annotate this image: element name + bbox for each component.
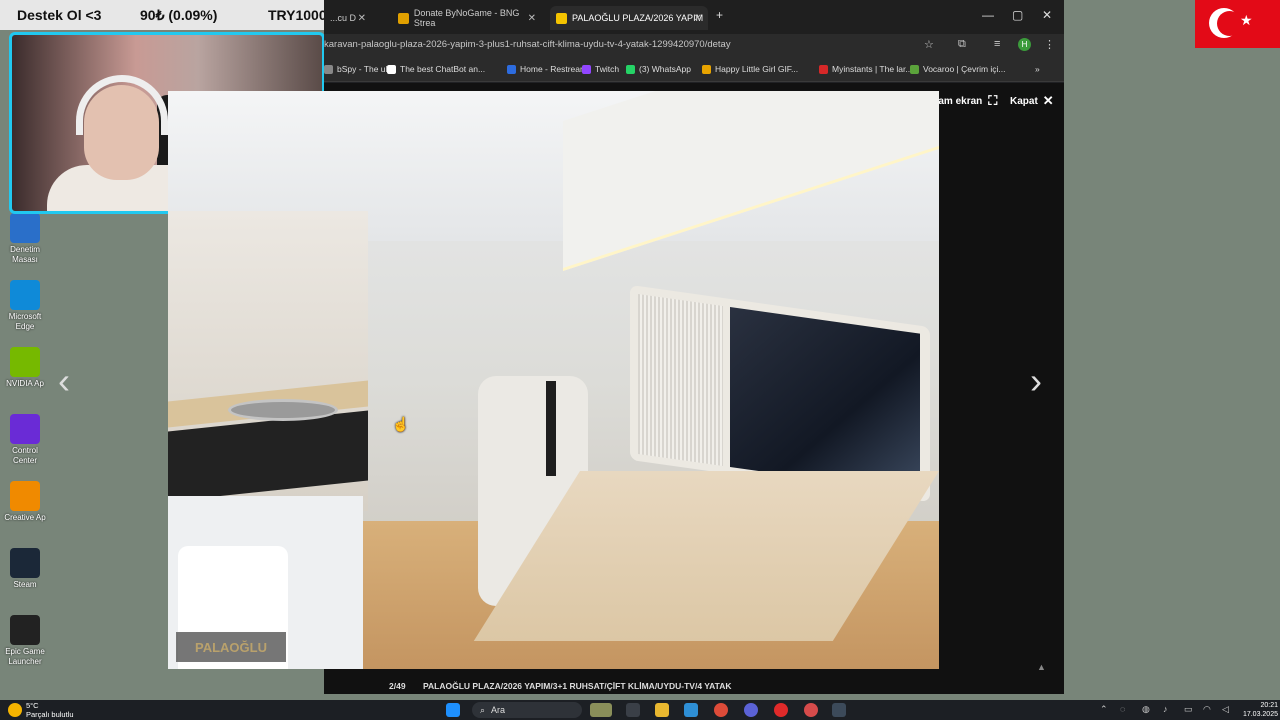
close-tab-icon[interactable]: ✕ (694, 13, 702, 24)
taskbar: 5°C Parçalı bulutlu ⌕ Ara ⌃ ◌ ◍ ♪ ▭ ◠ ◁ … (0, 700, 1280, 720)
file-explorer-icon[interactable] (655, 703, 669, 717)
desktop-shortcut-label: Denetim Masası (10, 245, 40, 264)
taskbar-search[interactable]: ⌕ Ara (472, 702, 582, 718)
bookmark-item[interactable]: (3) WhatsApp (626, 64, 691, 74)
obs-icon[interactable] (774, 703, 788, 717)
bookmark-item[interactable]: The best ChatBot an... (387, 64, 485, 74)
tab-partial[interactable]: ...cu D ✕ (324, 6, 372, 30)
taskbar-app-icon[interactable] (590, 703, 612, 717)
more-bookmarks-icon[interactable]: » (1035, 64, 1040, 74)
bookmark-item[interactable]: Happy Little Girl GIF... (702, 64, 798, 74)
bookmark-favicon-icon (702, 64, 711, 74)
desktop-shortcut-label: Epic Game Launcher (5, 647, 45, 666)
epic-games-icon (10, 615, 40, 645)
desktop-shortcut-label: Control Center (12, 446, 38, 465)
app-icon[interactable] (804, 703, 818, 717)
bookmark-favicon-icon (626, 64, 635, 74)
photo-counter: 2/49 (389, 681, 406, 691)
search-icon: ⌕ (480, 704, 486, 715)
star-bookmark-icon[interactable]: ☆ (924, 38, 934, 51)
previous-photo-icon[interactable]: ‹ (58, 360, 70, 402)
bookmark-item[interactable]: bSpy - The ul... (324, 64, 394, 74)
fullscreen-button[interactable]: Tam ekran ⛶ (933, 93, 997, 109)
desktop-shortcut-label: NVIDIA Ap (6, 379, 44, 388)
sahibinden-icon (556, 12, 567, 24)
minimize-icon[interactable]: — (982, 8, 994, 22)
desktop-shortcut[interactable]: Epic Game Launcher (0, 612, 50, 679)
listing-photo[interactable]: PALAOĞLU ☝ (168, 91, 939, 669)
close-tab-icon[interactable]: ✕ (358, 13, 366, 24)
bookmark-item[interactable]: Vocaroo | Çevrim içi... (910, 64, 1006, 74)
bookmark-favicon-icon (507, 64, 516, 74)
nvidia-icon (10, 347, 40, 377)
control-center-icon (10, 414, 40, 444)
bookmarks-bar: bSpy - The ul... The best ChatBot an... Ho… (324, 58, 1064, 82)
donate-label: Destek Ol <3 (17, 7, 102, 23)
tray-chevron-icon[interactable]: ⌃ (1100, 704, 1108, 715)
desktop-shortcut-label: Creative Ap (4, 513, 46, 522)
creative-app-icon (10, 481, 40, 511)
task-view-icon[interactable] (626, 703, 640, 717)
bookmark-favicon-icon (324, 64, 333, 74)
weather-sun-icon (8, 703, 22, 717)
new-tab-button[interactable]: + (716, 8, 723, 22)
bookmark-favicon-icon (582, 64, 591, 74)
next-photo-icon[interactable]: › (1030, 360, 1042, 402)
bookmark-item[interactable]: Twitch (582, 64, 619, 74)
donate-amount: 90₺ (0.09%) (140, 6, 218, 23)
desktop-shortcut[interactable]: Denetim Masası (0, 210, 50, 277)
tray-app-icon[interactable]: ◌ (1120, 704, 1125, 714)
windows-start-icon[interactable] (446, 703, 460, 717)
discord-icon[interactable] (744, 703, 758, 717)
fullscreen-icon: ⛶ (988, 93, 998, 108)
network-icon[interactable]: ▭ (1184, 704, 1193, 715)
system-clock[interactable]: 20:21 17.03.2025 (1240, 701, 1278, 719)
bookmark-item[interactable]: Home - Restream (507, 64, 587, 74)
tab-bar: ...cu D ✕ Donate ByNoGame - BNG Strea ✕ … (324, 0, 1064, 34)
desktop-shortcut[interactable]: Steam (0, 545, 50, 612)
chrome-icon[interactable] (714, 703, 728, 717)
tray-app-icon[interactable]: ◍ (1142, 704, 1150, 715)
close-tab-icon[interactable]: ✕ (528, 13, 536, 24)
menu-kebab-icon[interactable]: ⋮ (1044, 38, 1055, 51)
control-panel-icon (10, 213, 40, 243)
bookmark-favicon-icon (910, 64, 919, 74)
steam-taskbar-icon[interactable] (832, 703, 846, 717)
close-icon: ✕ (1042, 93, 1054, 108)
volume-icon[interactable]: ◁ (1222, 704, 1229, 715)
photo-watermark-logo: PALAOĞLU (176, 632, 286, 662)
media-icon[interactable]: ≡ (994, 38, 1000, 50)
edge-icon (10, 280, 40, 310)
wifi-icon[interactable]: ◠ (1203, 704, 1211, 715)
tab-donate[interactable]: Donate ByNoGame - BNG Strea ✕ (392, 6, 542, 30)
close-window-icon[interactable]: ✕ (1042, 8, 1052, 22)
scroll-up-icon[interactable]: ▲ (1037, 662, 1046, 672)
steam-icon (10, 548, 40, 578)
close-viewer-button[interactable]: Kapat ✕ (1010, 93, 1054, 109)
bookmark-item[interactable]: Myinstants | The lar... (819, 64, 912, 74)
weather-widget[interactable]: 5°C Parçalı bulutlu (8, 701, 74, 719)
desktop-shortcut-label: Microsoft Edge (8, 312, 42, 331)
desktop-shortcut[interactable]: Control Center (0, 411, 50, 478)
microphone-icon[interactable]: ♪ (1163, 704, 1168, 714)
store-icon[interactable] (684, 703, 698, 717)
desktop-icon-column: Denetim Masası Microsoft Edge NVIDIA Ap Con… (0, 210, 50, 679)
bynogame-icon (398, 12, 409, 24)
profile-avatar[interactable]: H (1018, 38, 1031, 51)
url-text[interactable]: karavan-palaoglu-plaza-2026-yapim-3-plus… (324, 39, 731, 50)
bookmark-favicon-icon (387, 64, 396, 74)
maximize-icon[interactable]: ▢ (1012, 8, 1023, 22)
address-bar[interactable]: karavan-palaoglu-plaza-2026-yapim-3-plus… (324, 34, 1064, 58)
photo-caption: PALAOĞLU PLAZA/2026 YAPIM/3+1 RUHSAT/ÇİF… (423, 681, 732, 691)
donation-goal-bar: Destek Ol <3 90₺ (0.09%) TRY100000 (0, 0, 345, 30)
mouse-cursor-icon: ☝ (392, 416, 410, 432)
desktop-shortcut[interactable]: Microsoft Edge (0, 277, 50, 344)
turkish-flag: ★ (1195, 0, 1280, 48)
tab-palaoglu[interactable]: PALAOĞLU PLAZA/2026 YAPIM ✕ (550, 6, 708, 30)
extensions-icon[interactable]: ⧉ (958, 38, 966, 51)
desktop-shortcut-label: Steam (13, 580, 37, 589)
bookmark-favicon-icon (819, 64, 828, 74)
desktop-shortcut[interactable]: Creative Ap (0, 478, 50, 545)
desktop-shortcut[interactable]: NVIDIA Ap (0, 344, 50, 411)
